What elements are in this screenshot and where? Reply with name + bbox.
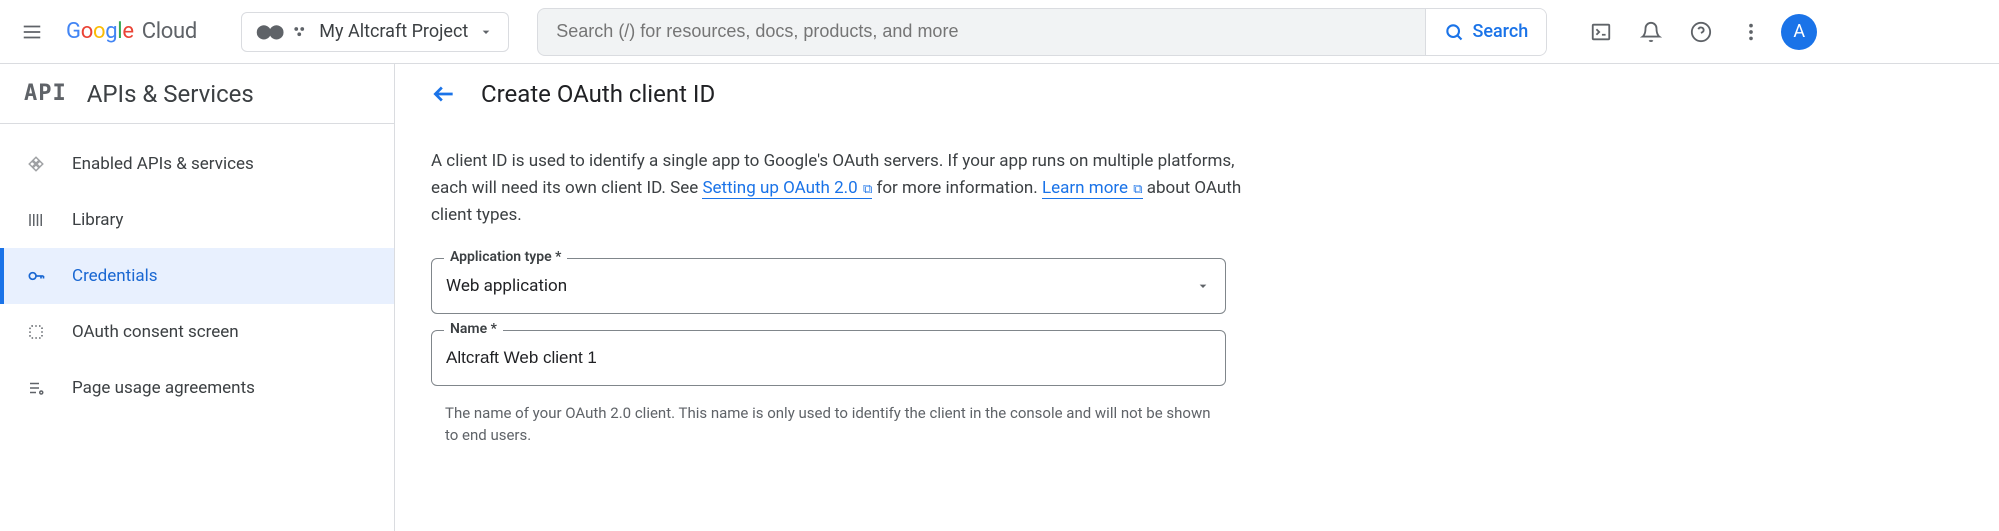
field-label: Application type * — [444, 249, 567, 265]
search-input[interactable] — [538, 21, 1425, 42]
agreement-icon — [24, 379, 48, 397]
name-field-container: Name * — [431, 330, 1226, 386]
search-button[interactable]: Search — [1425, 9, 1546, 55]
search-button-label: Search — [1472, 21, 1528, 42]
sidebar-header: API APIs & Services — [0, 64, 394, 124]
search-icon — [1444, 22, 1464, 42]
key-icon — [24, 266, 48, 286]
sidebar-item-label: Page usage agreements — [72, 378, 255, 398]
sidebar-item-oauth-consent[interactable]: OAuth consent screen — [0, 304, 394, 360]
chevron-down-icon — [478, 24, 494, 40]
link-label: Setting up OAuth 2.0 — [702, 178, 857, 198]
avatar-letter: A — [1793, 21, 1805, 42]
main-content: Create OAuth client ID A client ID is us… — [395, 64, 1999, 531]
consent-icon — [24, 323, 48, 341]
external-link-icon: ⧉ — [1130, 182, 1143, 197]
sidebar-nav: Enabled APIs & services Library Credenti… — [0, 124, 394, 416]
sidebar-item-credentials[interactable]: Credentials — [0, 248, 394, 304]
search-box: Search — [537, 8, 1547, 56]
logo-cloud-text: Cloud — [142, 19, 197, 44]
sidebar: API APIs & Services Enabled APIs & servi… — [0, 64, 395, 531]
project-icon: ⬤⬤ — [256, 24, 281, 40]
link-setting-up-oauth[interactable]: Setting up OAuth 2.0 ⧉ — [702, 178, 872, 199]
desc-text-2: for more information. — [872, 178, 1042, 198]
google-cloud-logo[interactable]: Google Cloud — [66, 19, 197, 44]
page-header: Create OAuth client ID — [395, 64, 1999, 124]
description: A client ID is used to identify a single… — [431, 148, 1259, 230]
api-badge-icon: API — [24, 81, 67, 106]
chevron-down-icon — [1195, 278, 1211, 294]
link-label: Learn more — [1042, 178, 1128, 198]
link-learn-more[interactable]: Learn more ⧉ — [1042, 178, 1143, 199]
sidebar-item-label: OAuth consent screen — [72, 322, 239, 342]
body: API APIs & Services Enabled APIs & servi… — [0, 64, 1999, 531]
sidebar-item-label: Credentials — [72, 266, 158, 286]
field-label: Name * — [444, 321, 503, 337]
menu-icon[interactable] — [12, 12, 52, 52]
topbar: Google Cloud ⬤⬤ My Altcraft Project Sear… — [0, 0, 1999, 64]
topbar-actions: A — [1581, 12, 1817, 52]
back-arrow-icon[interactable] — [431, 81, 457, 107]
cloud-shell-icon[interactable] — [1581, 12, 1621, 52]
name-helper-text: The name of your OAuth 2.0 client. This … — [431, 402, 1211, 447]
sidebar-item-label: Enabled APIs & services — [72, 154, 254, 174]
project-selector[interactable]: ⬤⬤ My Altcraft Project — [241, 12, 509, 52]
sidebar-title: APIs & Services — [87, 80, 254, 108]
sidebar-item-library[interactable]: Library — [0, 192, 394, 248]
sidebar-item-label: Library — [72, 210, 123, 230]
application-type-select[interactable]: Application type * Web application — [431, 258, 1226, 314]
project-name: My Altcraft Project — [319, 21, 468, 42]
diamond-icon — [24, 155, 48, 173]
form-content: A client ID is used to identify a single… — [395, 124, 1295, 471]
notifications-icon[interactable] — [1631, 12, 1671, 52]
avatar[interactable]: A — [1781, 14, 1817, 50]
page-title: Create OAuth client ID — [481, 80, 715, 108]
more-icon[interactable] — [1731, 12, 1771, 52]
help-icon[interactable] — [1681, 12, 1721, 52]
sidebar-item-enabled-apis[interactable]: Enabled APIs & services — [0, 136, 394, 192]
field-value: Web application — [446, 276, 1195, 296]
library-icon — [24, 211, 48, 229]
external-link-icon: ⧉ — [860, 182, 873, 197]
sidebar-item-page-usage[interactable]: Page usage agreements — [0, 360, 394, 416]
project-dots-icon — [291, 23, 309, 41]
name-input[interactable] — [446, 348, 1211, 368]
